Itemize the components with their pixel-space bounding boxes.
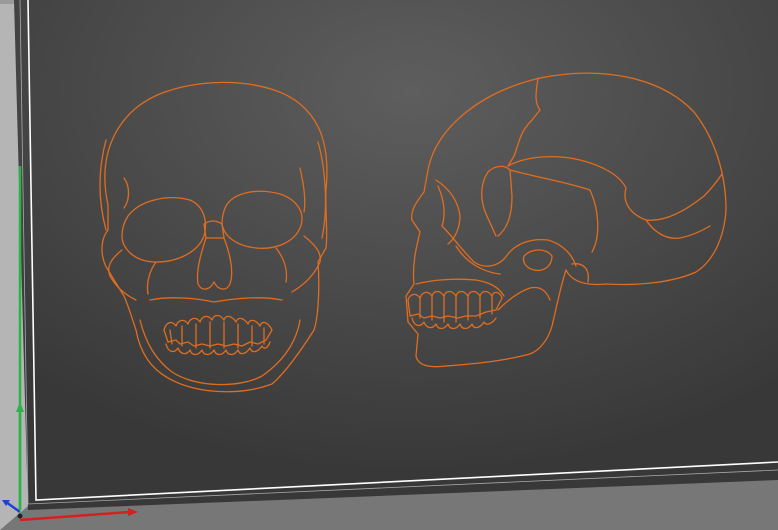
3d-viewport[interactable]	[0, 0, 778, 530]
origin-icon	[17, 513, 23, 519]
bed-plane[interactable]	[14, 0, 778, 510]
